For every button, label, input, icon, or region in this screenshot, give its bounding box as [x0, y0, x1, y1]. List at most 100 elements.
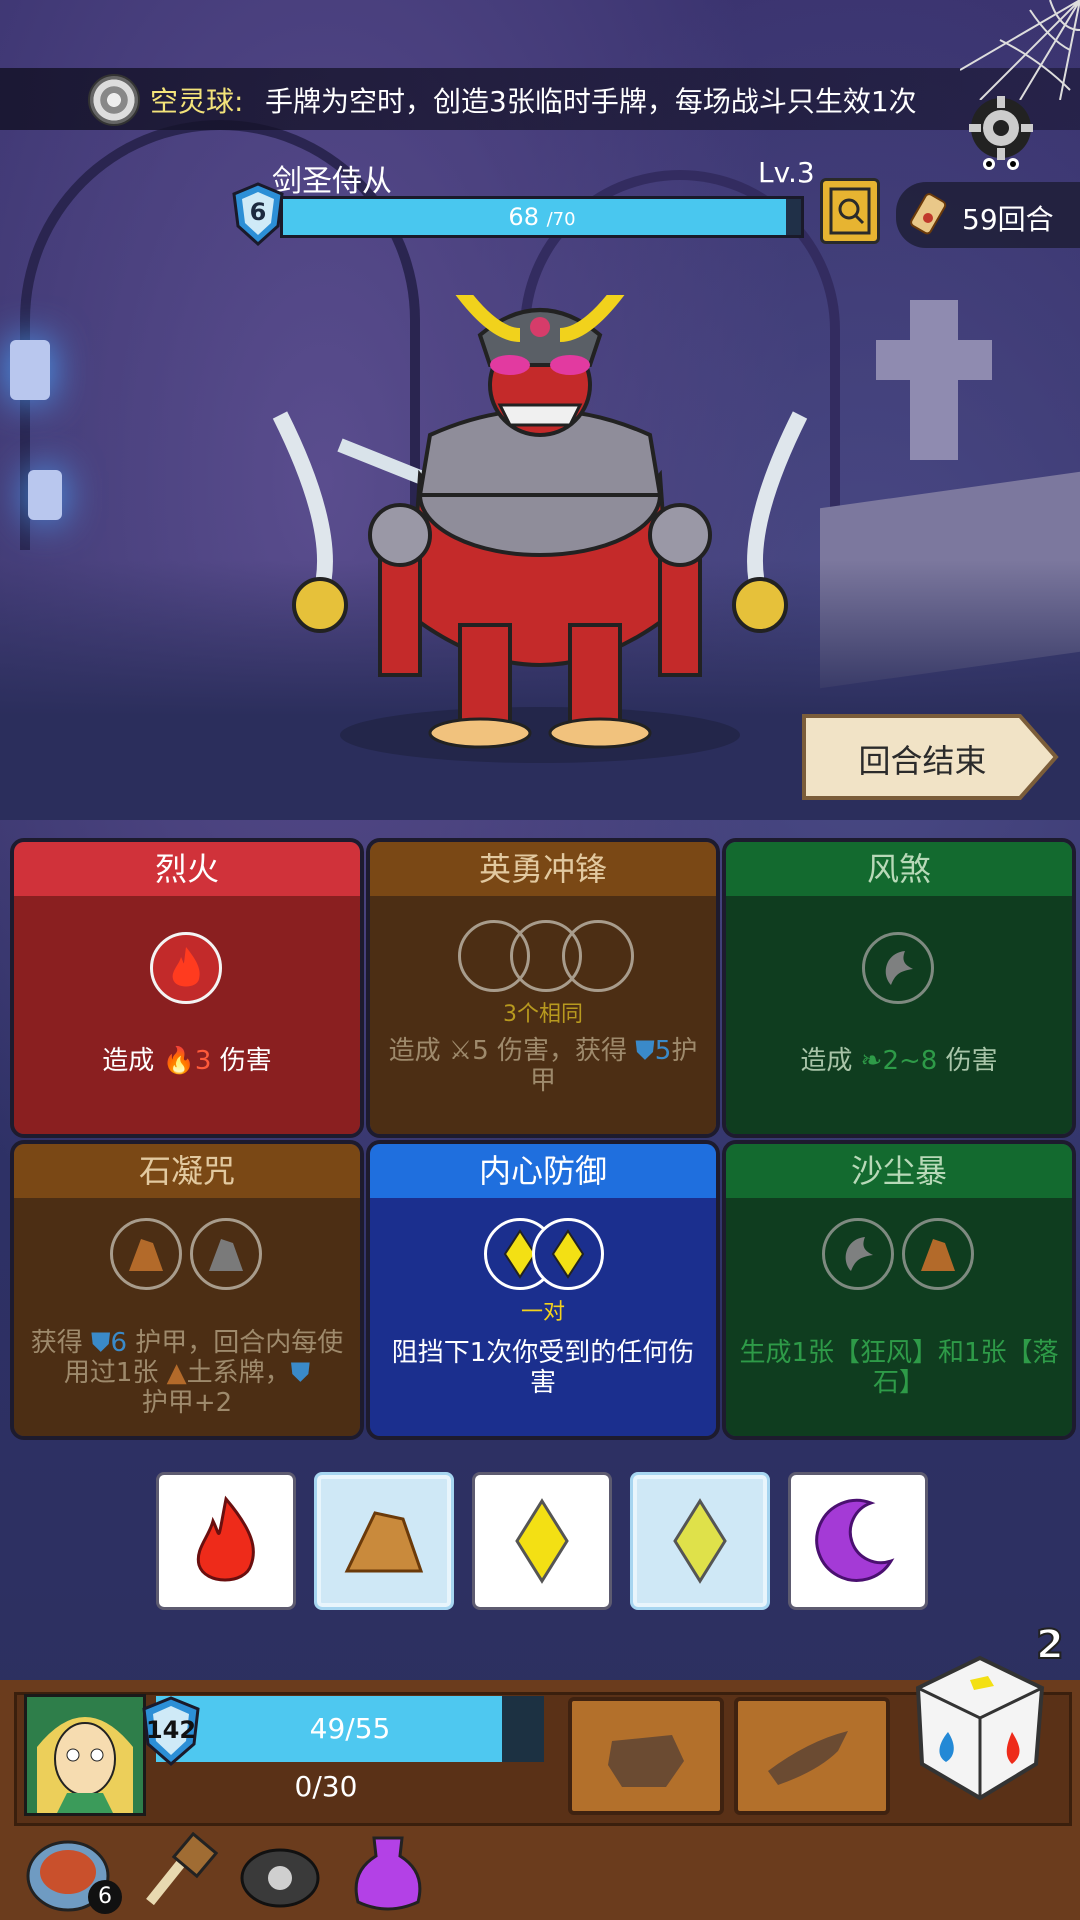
card-fire[interactable]: 烈火 造成 🔥3 伤害 [10, 838, 364, 1138]
enemy-hp-bar: 68 /70 [280, 196, 804, 238]
claw-icon [768, 1731, 848, 1785]
desc-suffix: 护甲+2 [141, 1388, 233, 1418]
rock-icon [129, 1239, 163, 1271]
hand-die-fire[interactable] [156, 1472, 296, 1610]
sword-icon: ⚔ [448, 1036, 473, 1066]
fist-icon [608, 1735, 684, 1787]
settings-gear-icon[interactable] [955, 92, 1047, 174]
spiderweb-icon [960, 0, 1080, 100]
wind-small-icon: ❧ [860, 1046, 883, 1076]
card-brave-charge[interactable]: 英勇冲锋 3个相同 造成 ⚔5 伤害，获得 ⛊5护甲 [366, 838, 720, 1138]
moon-icon [815, 1498, 895, 1582]
earth-dice-slot [190, 1218, 262, 1290]
card-body: 造成 ❧2~8 伤害 [726, 896, 1072, 1134]
scroll-icon [910, 193, 947, 235]
enemy-shield-value: 6 [249, 198, 267, 226]
card-title: 英勇冲锋 [370, 842, 716, 896]
player-portrait[interactable] [24, 1694, 146, 1816]
damage-value: 5 [472, 1036, 489, 1066]
turn-count-text: 59回合 [962, 203, 1054, 236]
desc-prefix: 造成 [102, 1046, 163, 1076]
desc-prefix: 造成 [800, 1046, 861, 1076]
fire-small-icon: 🔥 [162, 1046, 195, 1076]
rock-icon [921, 1239, 955, 1271]
card-body: 3个相同 造成 ⚔5 伤害，获得 ⛊5护甲 [370, 896, 716, 1134]
end-turn-label: 回合结束 [858, 742, 987, 780]
hand-die-rock-frozen[interactable] [314, 1472, 454, 1610]
armor-value: 5 [654, 1036, 672, 1066]
earth-dice-slot [110, 1218, 182, 1290]
diamond-icon [551, 1229, 585, 1279]
dice-pool-icon[interactable] [912, 1652, 1048, 1802]
card-title: 风煞 [726, 842, 1072, 896]
enemy-hp-max: /70 [546, 209, 576, 230]
shield-small-icon: ⛊ [290, 1358, 311, 1388]
candle-icon [28, 470, 62, 520]
spirit-orb-icon[interactable] [88, 74, 140, 126]
card-requirement: 3个相同 [503, 1002, 583, 1027]
earth-dice-slot [902, 1218, 974, 1290]
candle-icon [10, 340, 50, 400]
card-body: 生成1张【狂风】和1张【落石】 [726, 1198, 1072, 1436]
rock-icon [209, 1239, 243, 1271]
damage-value: 3 [194, 1046, 212, 1076]
card-title: 沙尘暴 [726, 1144, 1072, 1198]
diamond-icon [515, 1498, 569, 1584]
wind-icon [885, 951, 913, 985]
player-hp-bar: 49/55 [156, 1696, 544, 1762]
hand-die-diamond-frozen[interactable] [630, 1472, 770, 1610]
damage-value: 2~8 [882, 1046, 938, 1076]
skill-fist-button[interactable] [568, 1697, 724, 1815]
fire-dice-slot [150, 932, 222, 1004]
enemy-level: Lv.3 [758, 156, 815, 189]
hand-die-moon[interactable] [788, 1472, 928, 1610]
card-body: 造成 🔥3 伤害 [14, 896, 360, 1134]
card-requirement: 一对 [520, 1300, 565, 1325]
earth-small-icon: ▲ [166, 1358, 187, 1388]
player-mana-bar: 0/30 [156, 1764, 544, 1810]
card-description: 造成 🔥3 伤害 [24, 1046, 350, 1076]
shield-small-icon: ⛊ [635, 1036, 655, 1066]
fire-icon [172, 947, 200, 987]
relic-count-badge: 6 [88, 1880, 122, 1914]
card-inner-defense[interactable]: 内心防御 一对 阻挡下1次你受到的任何伤害 [366, 1140, 720, 1440]
card-title: 烈火 [14, 842, 360, 896]
shield-small-icon: ⛊ [90, 1328, 111, 1358]
grave-cross [876, 340, 992, 380]
enemy-name: 剑圣侍从 [272, 164, 392, 199]
desc-prefix: 获得 [30, 1328, 91, 1358]
fire-icon [196, 1495, 255, 1582]
dice-slot [562, 920, 634, 992]
card-wind-fiend[interactable]: 风煞 造成 ❧2~8 伤害 [722, 838, 1076, 1138]
enemy-info-button[interactable] [820, 178, 880, 244]
samurai-enemy[interactable] [260, 295, 820, 765]
hand-die-diamond[interactable] [472, 1472, 612, 1610]
wind-dice-slot [862, 932, 934, 1004]
rock-icon [344, 1511, 424, 1573]
hammer-icon[interactable] [130, 1832, 218, 1914]
desc-middle: 伤害，获得 [488, 1036, 636, 1066]
armor-value: 6 [110, 1328, 128, 1358]
card-body: 获得 ⛊6 护甲，回合内每使用过1张 ▲土系牌，⛊ 护甲+2 [14, 1198, 360, 1436]
card-title: 石凝咒 [14, 1144, 360, 1198]
potion-icon[interactable] [344, 1832, 432, 1914]
diamond-icon [673, 1498, 727, 1584]
cauldron-icon[interactable] [236, 1832, 324, 1914]
card-description: 造成 ❧2~8 伤害 [736, 1046, 1062, 1076]
player-hp-text: 49/55 [309, 1712, 391, 1745]
magnify-book-icon [829, 187, 871, 235]
desc-prefix: 造成 [388, 1036, 449, 1066]
dice-count: 2 [1035, 1621, 1065, 1669]
desc-suffix: 伤害 [211, 1046, 272, 1076]
card-description: 生成1张【狂风】和1张【落石】 [739, 1338, 1059, 1398]
diamond-dice-slot [532, 1218, 604, 1290]
desc-middle2: 土系牌， [186, 1358, 291, 1388]
card-description: 造成 ⚔5 伤害，获得 ⛊5护甲 [380, 1036, 706, 1096]
skill-claw-button[interactable] [734, 1697, 890, 1815]
player-mana-text: 0/30 [294, 1770, 358, 1803]
card-title: 内心防御 [370, 1144, 716, 1198]
card-stone-spell[interactable]: 石凝咒 获得 ⛊6 护甲，回合内每使用过1张 ▲土系牌，⛊ 护甲+2 [10, 1140, 364, 1440]
wind-icon [845, 1237, 873, 1271]
avatar [37, 1717, 133, 1813]
card-sandstorm[interactable]: 沙尘暴 生成1张【狂风】和1张【落石】 [722, 1140, 1076, 1440]
